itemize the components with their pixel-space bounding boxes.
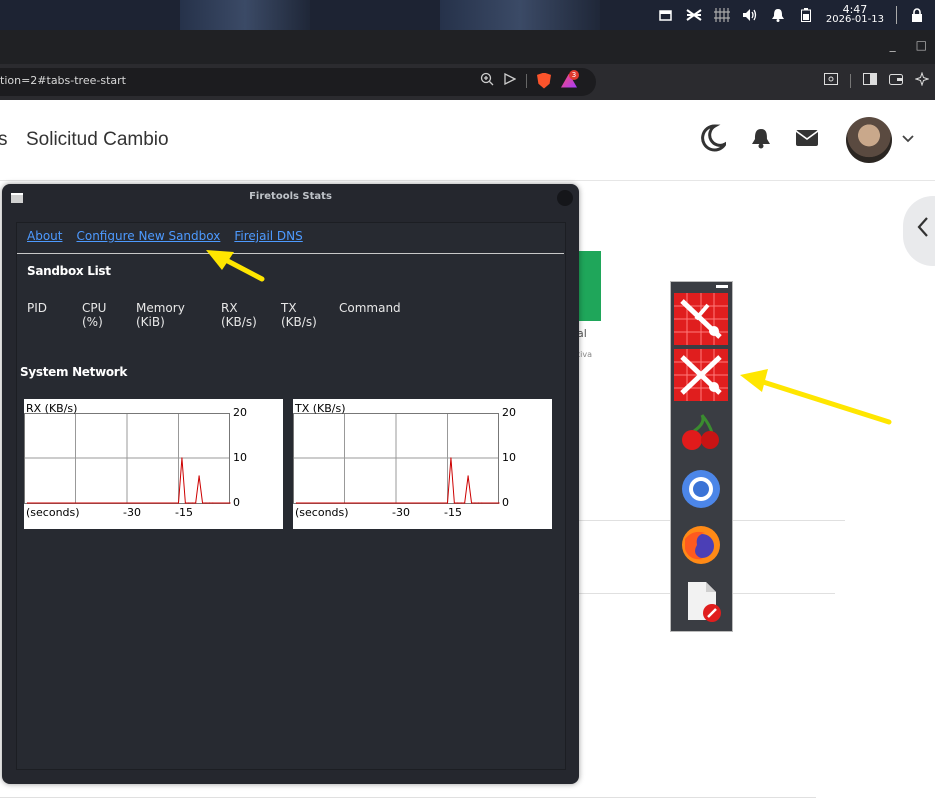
annotation-arrow-configure (206, 250, 265, 282)
annotation-arrows (206, 250, 892, 425)
annotation-arrow-launcher (740, 369, 892, 425)
